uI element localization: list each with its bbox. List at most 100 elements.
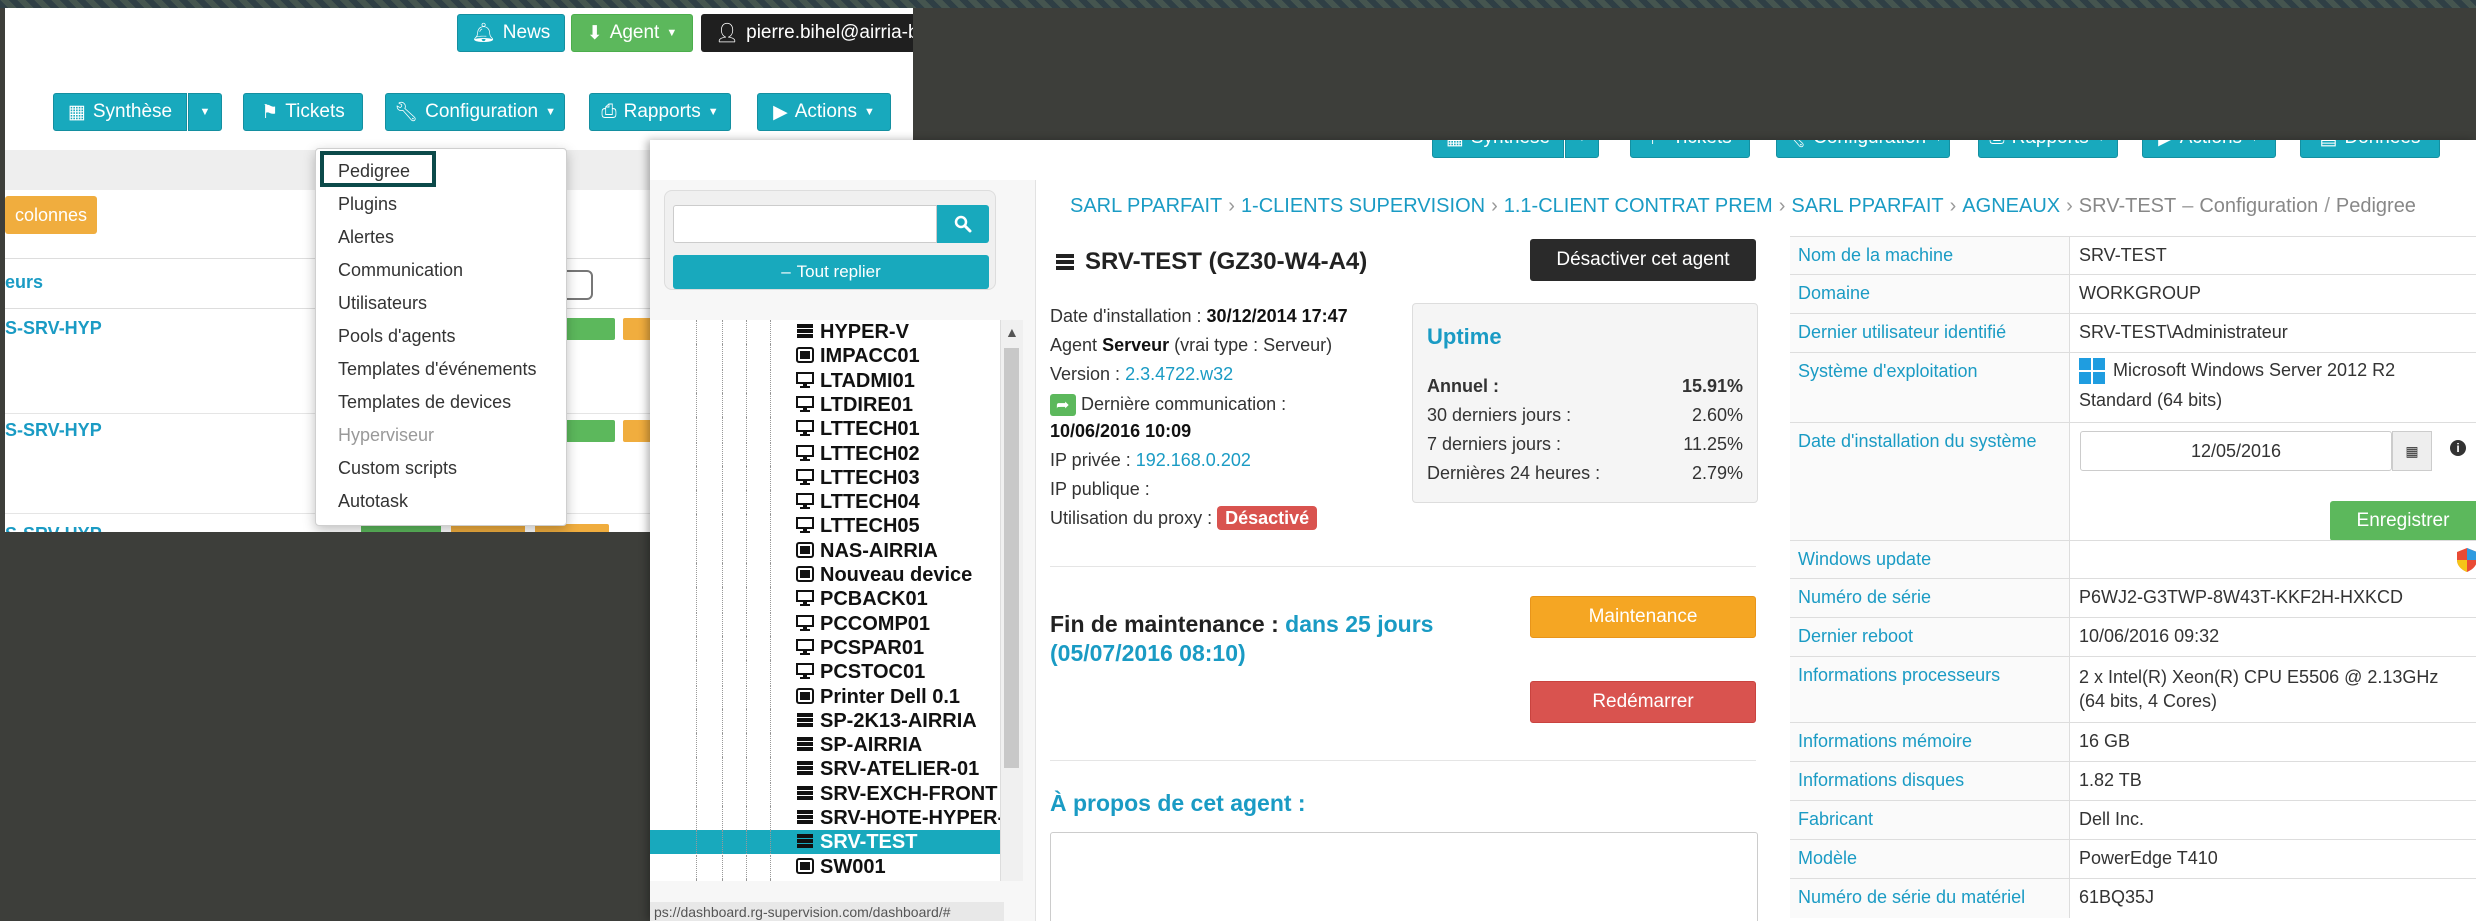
tree-item[interactable]: NAS-AIRRIA [650,538,1000,563]
rapports-button[interactable]: ⎙ Rapports ▼ [1978,140,2118,158]
menu-item-custom-scripts[interactable]: Custom scripts [338,458,457,479]
breadcrumb-link[interactable]: 1.1-CLIENT CONTRAT PREM [1504,195,1773,217]
proxy-status-badge: Désactivé [1217,506,1318,530]
windows-update-shield-icon [2457,548,2476,572]
tree-item[interactable]: SW001 [650,854,1000,879]
tree-item[interactable]: PCCOMP01 [650,611,1000,636]
tout-replier-button[interactable]: – Tout replier [673,255,989,289]
tree-guide-line [746,878,748,881]
tree-item[interactable]: LTTECH05 [650,514,1000,539]
menu-item-templates-devices[interactable]: Templates de devices [338,392,511,413]
enregistrer-button[interactable]: Enregistrer [2330,501,2476,541]
menu-item-plugins[interactable]: Plugins [338,194,397,215]
rapports-label: Rapports [623,101,701,122]
actions-button[interactable]: ▶ Actions ▼ [757,93,891,131]
tree-search-input[interactable] [673,205,937,243]
tree-item[interactable]: SRV-EXCH-FRONT [650,781,1000,806]
computer-icon [796,468,814,485]
breadcrumb-link[interactable]: SARL PPARFAIT [1070,195,1222,217]
tree-item-label: PCCOMP01 [820,612,931,635]
caret-down-icon: ▼ [2249,140,2260,144]
fin-maintenance-label: Fin de maintenance : [1050,611,1279,637]
table-row-link[interactable]: S-SRV-HYP [5,318,102,339]
tree-item[interactable]: Printer Dell 0.1 [650,684,1000,709]
breadcrumb-sep: › [2066,195,2073,217]
column-header[interactable]: eurs [5,272,43,293]
menu-item-pools[interactable]: Pools d'agents [338,326,456,347]
tree-item[interactable]: SRV-HOTE-HYPER-V [650,806,1000,830]
redemarrer-button[interactable]: Redémarrer [1530,681,1756,723]
tickets-label: Tickets [1672,140,1731,149]
menu-item-pedigree[interactable]: Pedigree [338,161,410,182]
maintenance-button[interactable]: Maintenance [1530,596,1756,638]
synthese-caret-button[interactable]: ▼ [188,93,222,131]
prop-key: Nom de la machine [1790,237,2070,275]
install-date-value: 12/05/2016 [2190,440,2282,461]
tickets-button[interactable]: ⚑ Tickets [243,93,363,131]
info-icon[interactable]: i [2450,440,2466,456]
breadcrumb-link[interactable]: 1-CLIENTS SUPERVISION [1241,195,1485,217]
prop-key: Dernier utilisateur identifié [1790,314,2070,353]
computer-icon [796,371,814,388]
tree-guide-line [746,781,748,806]
grid-icon: ▦ [1446,140,1464,150]
menu-item-templates-evenements[interactable]: Templates d'événements [338,359,537,380]
tree-item[interactable]: IMPACC01 [650,344,1000,369]
menu-item-communication[interactable]: Communication [338,260,463,281]
tree-item[interactable]: LTDIRE01 [650,392,1000,417]
tree-item[interactable]: PCSPAR01 [650,635,1000,660]
configuration-button[interactable]: 🔧︎ Configuration ▼ [1776,140,1950,158]
desactiver-agent-button[interactable]: Désactiver cet agent [1530,239,1756,281]
scroll-up-icon[interactable]: ▲ [1005,324,1019,340]
fin-maintenance-date: (05/07/2016 08:10) [1050,640,1246,666]
table-row-link[interactable]: S-SRV-HYP [5,420,102,441]
breadcrumb-link[interactable]: AGNEAUX [1962,195,2060,217]
tree-item[interactable]: SP-AIRRIA [650,733,1000,758]
scroll-thumb[interactable] [1004,348,1019,768]
tree-item[interactable]: LTTECH02 [650,441,1000,466]
search-button[interactable] [937,205,989,243]
donnees-button[interactable]: ▤ Données [2300,140,2440,158]
tree-scrollbar[interactable]: ▲ [1000,320,1023,881]
tree-item[interactable]: LTTECH03 [650,465,1000,490]
tree-item[interactable]: PCSTOC01 [650,660,1000,685]
tree-item[interactable]: SOCORN [650,878,1000,881]
synthese-button[interactable]: ▦ Synthèse [53,93,187,131]
tree-item[interactable]: LTTECH01 [650,417,1000,442]
tree-guide-line [722,320,724,344]
configuration-button[interactable]: 🔧︎ Configuration ▼ [385,93,565,131]
tree-item[interactable]: SRV-ATELIER-01 [650,757,1000,782]
table-row-link[interactable]: S-SRV-HYP [5,524,102,532]
version-value[interactable]: 2.3.4722.w32 [1125,364,1233,384]
install-date-input[interactable]: 12/05/2016 [2080,431,2392,471]
tree-item[interactable]: PCBACK01 [650,587,1000,612]
menu-item-utilisateurs[interactable]: Utilisateurs [338,293,427,314]
tree-item[interactable]: LTADMI01 [650,368,1000,393]
apropos-textarea[interactable] [1050,832,1758,921]
menu-item-autotask[interactable]: Autotask [338,491,408,512]
news-button[interactable]: 🔔︎ News [457,14,565,52]
menu-item-alertes[interactable]: Alertes [338,227,394,248]
tree-item[interactable]: HYPER-V [650,320,1000,344]
table-row: Dernier reboot 10/06/2016 09:32 [1790,617,2476,657]
tree-item[interactable]: LTTECH04 [650,490,1000,515]
synthese-caret-button[interactable]: ▼ [1565,140,1599,158]
server-icon [797,324,813,338]
ip-privee-value[interactable]: 192.168.0.202 [1136,450,1251,470]
breadcrumb-link[interactable]: SARL PPARFAIT [1791,195,1943,217]
tree-item[interactable]: SP-2K13-AIRRIA [650,708,1000,733]
tickets-button[interactable]: ⚑ Tickets [1630,140,1750,158]
agent-menu-button[interactable]: ⬇ Agent ▼ [571,14,693,52]
colonnes-button[interactable]: colonnes [5,196,97,234]
synthese-button[interactable]: ▦ Synthèse [1432,140,1564,158]
tree-item[interactable]: Nouveau device [650,563,1000,587]
agent-type-value: Serveur [1102,335,1170,355]
caret-down-icon: ▼ [1577,140,1588,144]
calendar-button[interactable]: ▦ [2392,431,2432,471]
actions-button[interactable]: ▶ Actions ▼ [2142,140,2276,158]
user-menu-button[interactable]: 👤︎ pierre.bihel@airria-bas [701,14,913,52]
prop-key: Système d'exploitation [1790,353,2070,423]
tree-item[interactable]: SRV-TEST [650,830,1000,855]
breadcrumb-current: Pedigree [2335,195,2416,217]
rapports-button[interactable]: ⎙ Rapports ▼ [589,93,731,131]
